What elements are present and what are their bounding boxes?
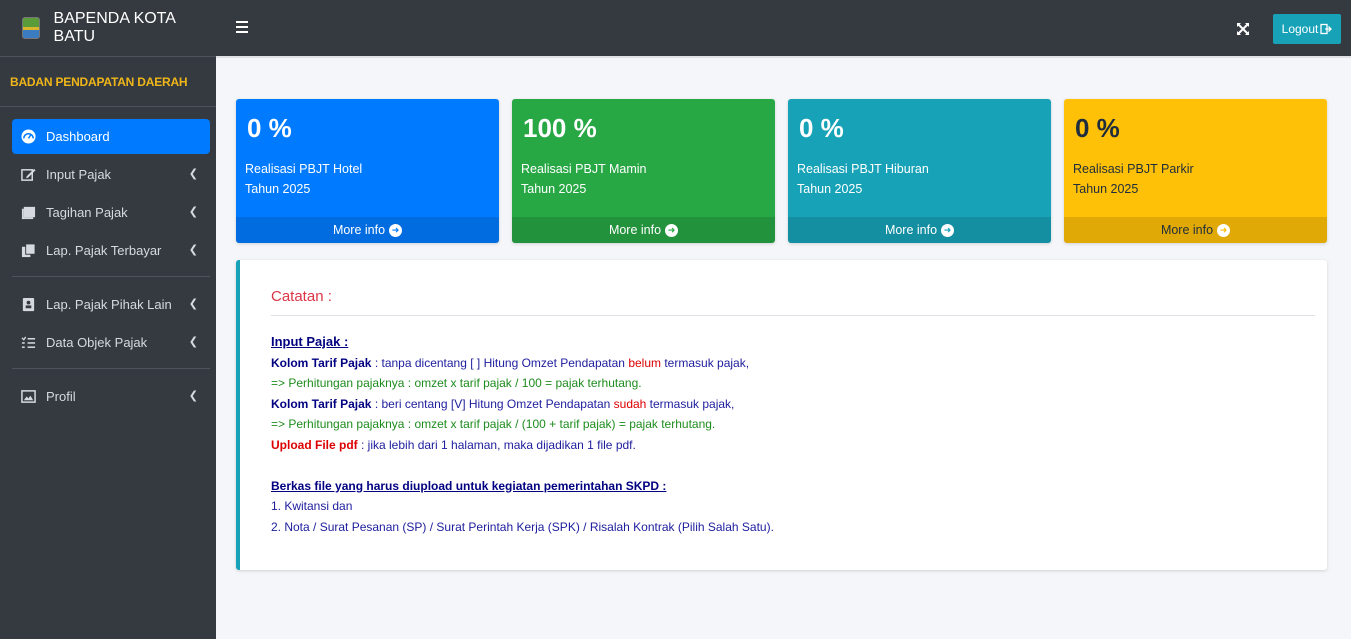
sidebar-item-input-pajak[interactable]: Input Pajak ❮ [12, 157, 210, 192]
bill-icon [20, 205, 36, 221]
note-bold: Kolom Tarif Pajak [271, 355, 372, 370]
stat-box-mamin: 100 % Realisasi PBJT Mamin Tahun 2025 Mo… [512, 99, 775, 243]
stat-box-hiburan: 0 % Realisasi PBJT Hiburan Tahun 2025 Mo… [788, 99, 1051, 243]
more-info-label: More info [608, 223, 662, 237]
edit-icon [20, 167, 36, 183]
sign-out-icon [1320, 23, 1333, 35]
brand-link[interactable]: BAPENDA KOTA BATU [0, 0, 216, 57]
sidebar-item-lap-pajak-pihak-lain[interactable]: Lap. Pajak Pihak Lain ❮ [12, 287, 210, 322]
section-heading-berkas: Berkas file yang harus diupload untuk ke… [271, 478, 667, 493]
list-icon [20, 335, 36, 351]
more-info-label: More info [332, 223, 386, 237]
stat-label: Realisasi PBJT Parkir Tahun 2025 [1073, 159, 1194, 199]
chevron-left-icon: ❮ [188, 206, 198, 218]
notes-body: Input Pajak : Kolom Tarif Pajak : tanpa … [271, 332, 1307, 537]
chevron-left-icon: ❮ [188, 336, 198, 348]
stat-label-line1: Realisasi PBJT Hotel [245, 162, 363, 176]
sidebar-item-label: Profil [46, 389, 76, 404]
city-logo-icon [22, 17, 40, 39]
logout-button[interactable]: Logout [1273, 14, 1341, 44]
sidebar: BAPENDA KOTA BATU BADAN PENDAPATAN DAERA… [0, 0, 216, 639]
note-text: : tanpa dicentang [ ] Hitung Omzet Penda… [371, 355, 629, 370]
sidebar-item-label: Dashboard [46, 129, 110, 144]
top-navbar: Logout [216, 0, 1351, 57]
notes-card: Catatan : Input Pajak : Kolom Tarif Paja… [236, 260, 1327, 570]
note-text: : jika lebih dari 1 halaman, maka dijadi… [357, 437, 636, 452]
note-highlight: sudah [613, 396, 647, 411]
stat-label-line2: Tahun 2025 [245, 182, 311, 196]
contact-icon [20, 297, 36, 313]
stat-label-line1: Realisasi PBJT Parkir [1073, 162, 1194, 176]
stat-label-line1: Realisasi PBJT Mamin [521, 162, 647, 176]
more-info-link[interactable]: More info ➜ [788, 217, 1051, 243]
arrow-circle-right-icon: ➜ [389, 223, 403, 237]
brand-title: BAPENDA KOTA BATU [53, 10, 176, 45]
stat-label: Realisasi PBJT Hiburan Tahun 2025 [797, 159, 929, 199]
arrow-circle-right-icon: ➜ [1217, 223, 1231, 237]
stat-label-line1: Realisasi PBJT Hiburan [797, 162, 929, 176]
stat-value: 100 % [523, 113, 597, 143]
note-text: termasuk pajak, [646, 396, 735, 411]
stat-label-line2: Tahun 2025 [797, 182, 863, 196]
divider [271, 315, 1315, 316]
stat-label: Realisasi PBJT Hotel Tahun 2025 [245, 159, 362, 199]
logout-label: Logout [1281, 22, 1319, 36]
more-info-link[interactable]: More info ➜ [512, 217, 775, 243]
arrow-circle-right-icon: ➜ [941, 223, 955, 237]
list-item: 2. Nota / Surat Pesanan (SP) / Surat Per… [271, 519, 774, 534]
stat-label-line2: Tahun 2025 [521, 182, 587, 196]
note-text: : beri centang [V] Hitung Omzet Pendapat… [371, 396, 614, 411]
note-highlight: belum [628, 355, 662, 370]
stat-label-line2: Tahun 2025 [1073, 182, 1139, 196]
main-content: 0 % Realisasi PBJT Hotel Tahun 2025 More… [216, 57, 1351, 639]
sidebar-item-dashboard[interactable]: Dashboard [12, 119, 210, 154]
stat-value: 0 % [247, 113, 292, 143]
more-info-label: More info [1160, 223, 1214, 237]
note-bold: Kolom Tarif Pajak [271, 396, 372, 411]
menu-toggle-icon[interactable] [236, 21, 248, 33]
fullscreen-icon[interactable] [1236, 22, 1250, 36]
chevron-left-icon: ❮ [188, 244, 198, 256]
stat-box-hotel: 0 % Realisasi PBJT Hotel Tahun 2025 More… [236, 99, 499, 243]
sidebar-item-label: Input Pajak [46, 167, 112, 182]
sidebar-item-label: Data Objek Pajak [46, 335, 148, 350]
stat-box-parkir: 0 % Realisasi PBJT Parkir Tahun 2025 Mor… [1064, 99, 1327, 243]
nav-divider [12, 368, 210, 369]
copy-icon [20, 243, 36, 259]
chevron-left-icon: ❮ [188, 168, 198, 180]
note-line-5: Upload File pdf : jika lebih dari 1 hala… [271, 435, 1307, 456]
nav-divider [12, 276, 210, 277]
note-bold: Upload File pdf [271, 437, 358, 452]
sidebar-item-data-objek-pajak[interactable]: Data Objek Pajak ❮ [12, 325, 210, 360]
sidebar-item-label: Lap. Pajak Pihak Lain [46, 297, 172, 312]
stat-value: 0 % [1075, 113, 1120, 143]
chevron-left-icon: ❮ [188, 298, 198, 310]
more-info-link[interactable]: More info ➜ [236, 217, 499, 243]
more-info-label: More info [884, 223, 938, 237]
arrow-circle-right-icon: ➜ [665, 223, 679, 237]
sidebar-item-tagihan-pajak[interactable]: Tagihan Pajak ❮ [12, 195, 210, 230]
notes-title: Catatan : [271, 288, 332, 305]
sidebar-nav: Dashboard Input Pajak ❮ Tagihan Pajak ❮ … [0, 107, 216, 414]
org-label: BADAN PENDAPATAN DAERAH [10, 74, 188, 89]
sidebar-item-profil[interactable]: Profil ❮ [12, 379, 210, 414]
stat-value: 0 % [799, 113, 844, 143]
note-text: termasuk pajak, [661, 355, 750, 370]
list-item: 1. Kwitansi dan [271, 499, 353, 514]
section-heading-input-pajak: Input Pajak : [271, 334, 349, 349]
note-line-1: Kolom Tarif Pajak : tanpa dicentang [ ] … [271, 353, 1307, 374]
dashboard-icon [20, 129, 36, 145]
sidebar-item-lap-pajak-terbayar[interactable]: Lap. Pajak Terbayar ❮ [12, 233, 210, 268]
note-line-3: Kolom Tarif Pajak : beri centang [V] Hit… [271, 394, 1307, 415]
chevron-left-icon: ❮ [188, 390, 198, 402]
image-icon [20, 389, 36, 405]
stat-label: Realisasi PBJT Mamin Tahun 2025 [521, 159, 647, 199]
more-info-link[interactable]: More info ➜ [1064, 217, 1327, 243]
note-line-4: => Perhitungan pajaknya : omzet x tarif … [271, 417, 716, 432]
sidebar-item-label: Lap. Pajak Terbayar [46, 243, 162, 258]
sidebar-item-label: Tagihan Pajak [46, 205, 128, 220]
org-name: BADAN PENDAPATAN DAERAH [0, 57, 216, 107]
note-line-2: => Perhitungan pajaknya : omzet x tarif … [271, 376, 642, 391]
